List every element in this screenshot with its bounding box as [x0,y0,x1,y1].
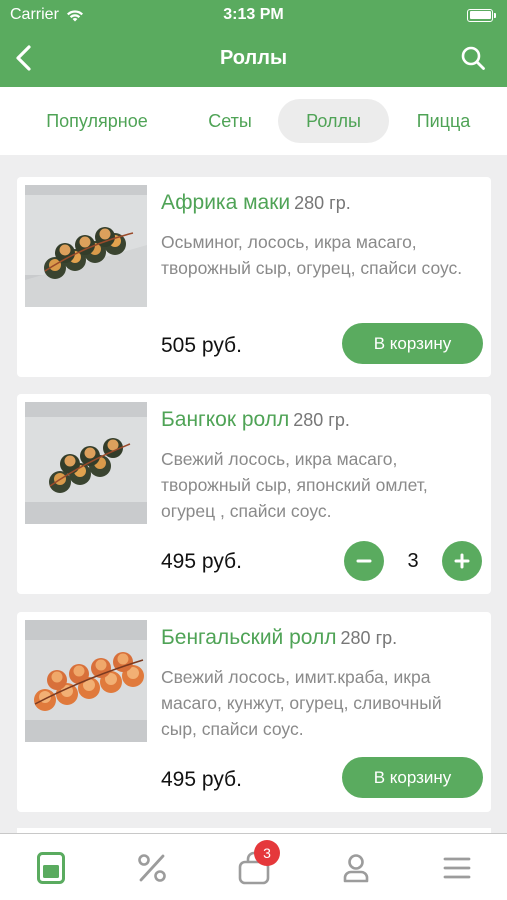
status-left: Carrier [10,6,85,24]
back-button[interactable] [8,42,40,74]
add-to-cart-button[interactable]: В корзину [342,757,483,798]
product-price: 495 руб. [161,768,242,791]
product-card[interactable]: Бангкок ролл 280 гр. Свежий лосось, икра … [17,394,491,594]
status-bar: Carrier 3:13 PM [0,0,507,30]
plus-icon [454,553,470,569]
product-description: Свежий лосось, икра масаго, творожный сы… [161,449,428,521]
product-name: Африка маки [161,191,291,214]
product-title: Бангкок ролл 280 гр. [161,408,350,432]
product-image [25,185,147,307]
product-image [25,620,147,742]
product-price: 505 руб. [161,334,242,357]
battery-icon [467,8,496,22]
carrier-label: Carrier [10,6,59,23]
page-title: Роллы [219,47,288,69]
nav-bar: Роллы [0,30,507,87]
more-tab[interactable] [437,848,477,888]
menu-icon [37,852,65,884]
product-card[interactable]: Бенгальский ролл 280 гр. Свежий лосось, и… [17,612,491,812]
decrement-button[interactable] [344,541,384,581]
increment-button[interactable] [442,541,482,581]
bottom-tab-bar: 3 [0,833,507,900]
product-description: Свежий лосось, имит.краба, икра масаго, … [161,667,442,739]
product-description: Осьминог, лосось, икра масаго, творожный… [161,232,463,278]
product-weight: 280 гр. [340,628,398,648]
cart-tab[interactable]: 3 [234,840,280,888]
percent-icon [138,854,166,882]
search-button[interactable] [457,42,489,74]
hamburger-icon [443,857,471,879]
tab-popular[interactable]: Популярное [22,99,172,143]
product-image [25,402,147,524]
profile-tab[interactable] [336,848,376,888]
tab-sets[interactable]: Сеты [190,99,270,143]
minus-icon [356,559,372,563]
tab-rolls[interactable]: Роллы [278,99,389,143]
profile-icon [343,854,369,883]
product-weight: 280 гр. [293,410,350,430]
product-price: 495 руб. [161,550,242,573]
cart-badge: 3 [254,840,280,866]
tab-pizza[interactable]: Пицца [400,99,487,143]
product-title: Африка маки 280 гр. [161,191,351,215]
product-card[interactable]: Африка маки 280 гр. Осьминог, лосось, икр… [17,177,491,377]
product-title: Бенгальский ролл 280 гр. [161,626,397,650]
search-icon [461,46,485,70]
wifi-icon [66,9,83,21]
product-name: Бенгальский ролл [161,626,337,649]
add-to-cart-button[interactable]: В корзину [342,323,483,364]
quantity-value: 3 [407,550,419,572]
product-weight: 280 гр. [294,193,351,213]
category-tabs: Популярное Сеты Роллы Пицца [0,87,507,155]
chevron-left-icon [16,45,31,71]
product-name: Бангкок ролл [161,408,290,431]
promotions-tab[interactable] [132,848,172,888]
menu-tab[interactable] [31,848,71,888]
